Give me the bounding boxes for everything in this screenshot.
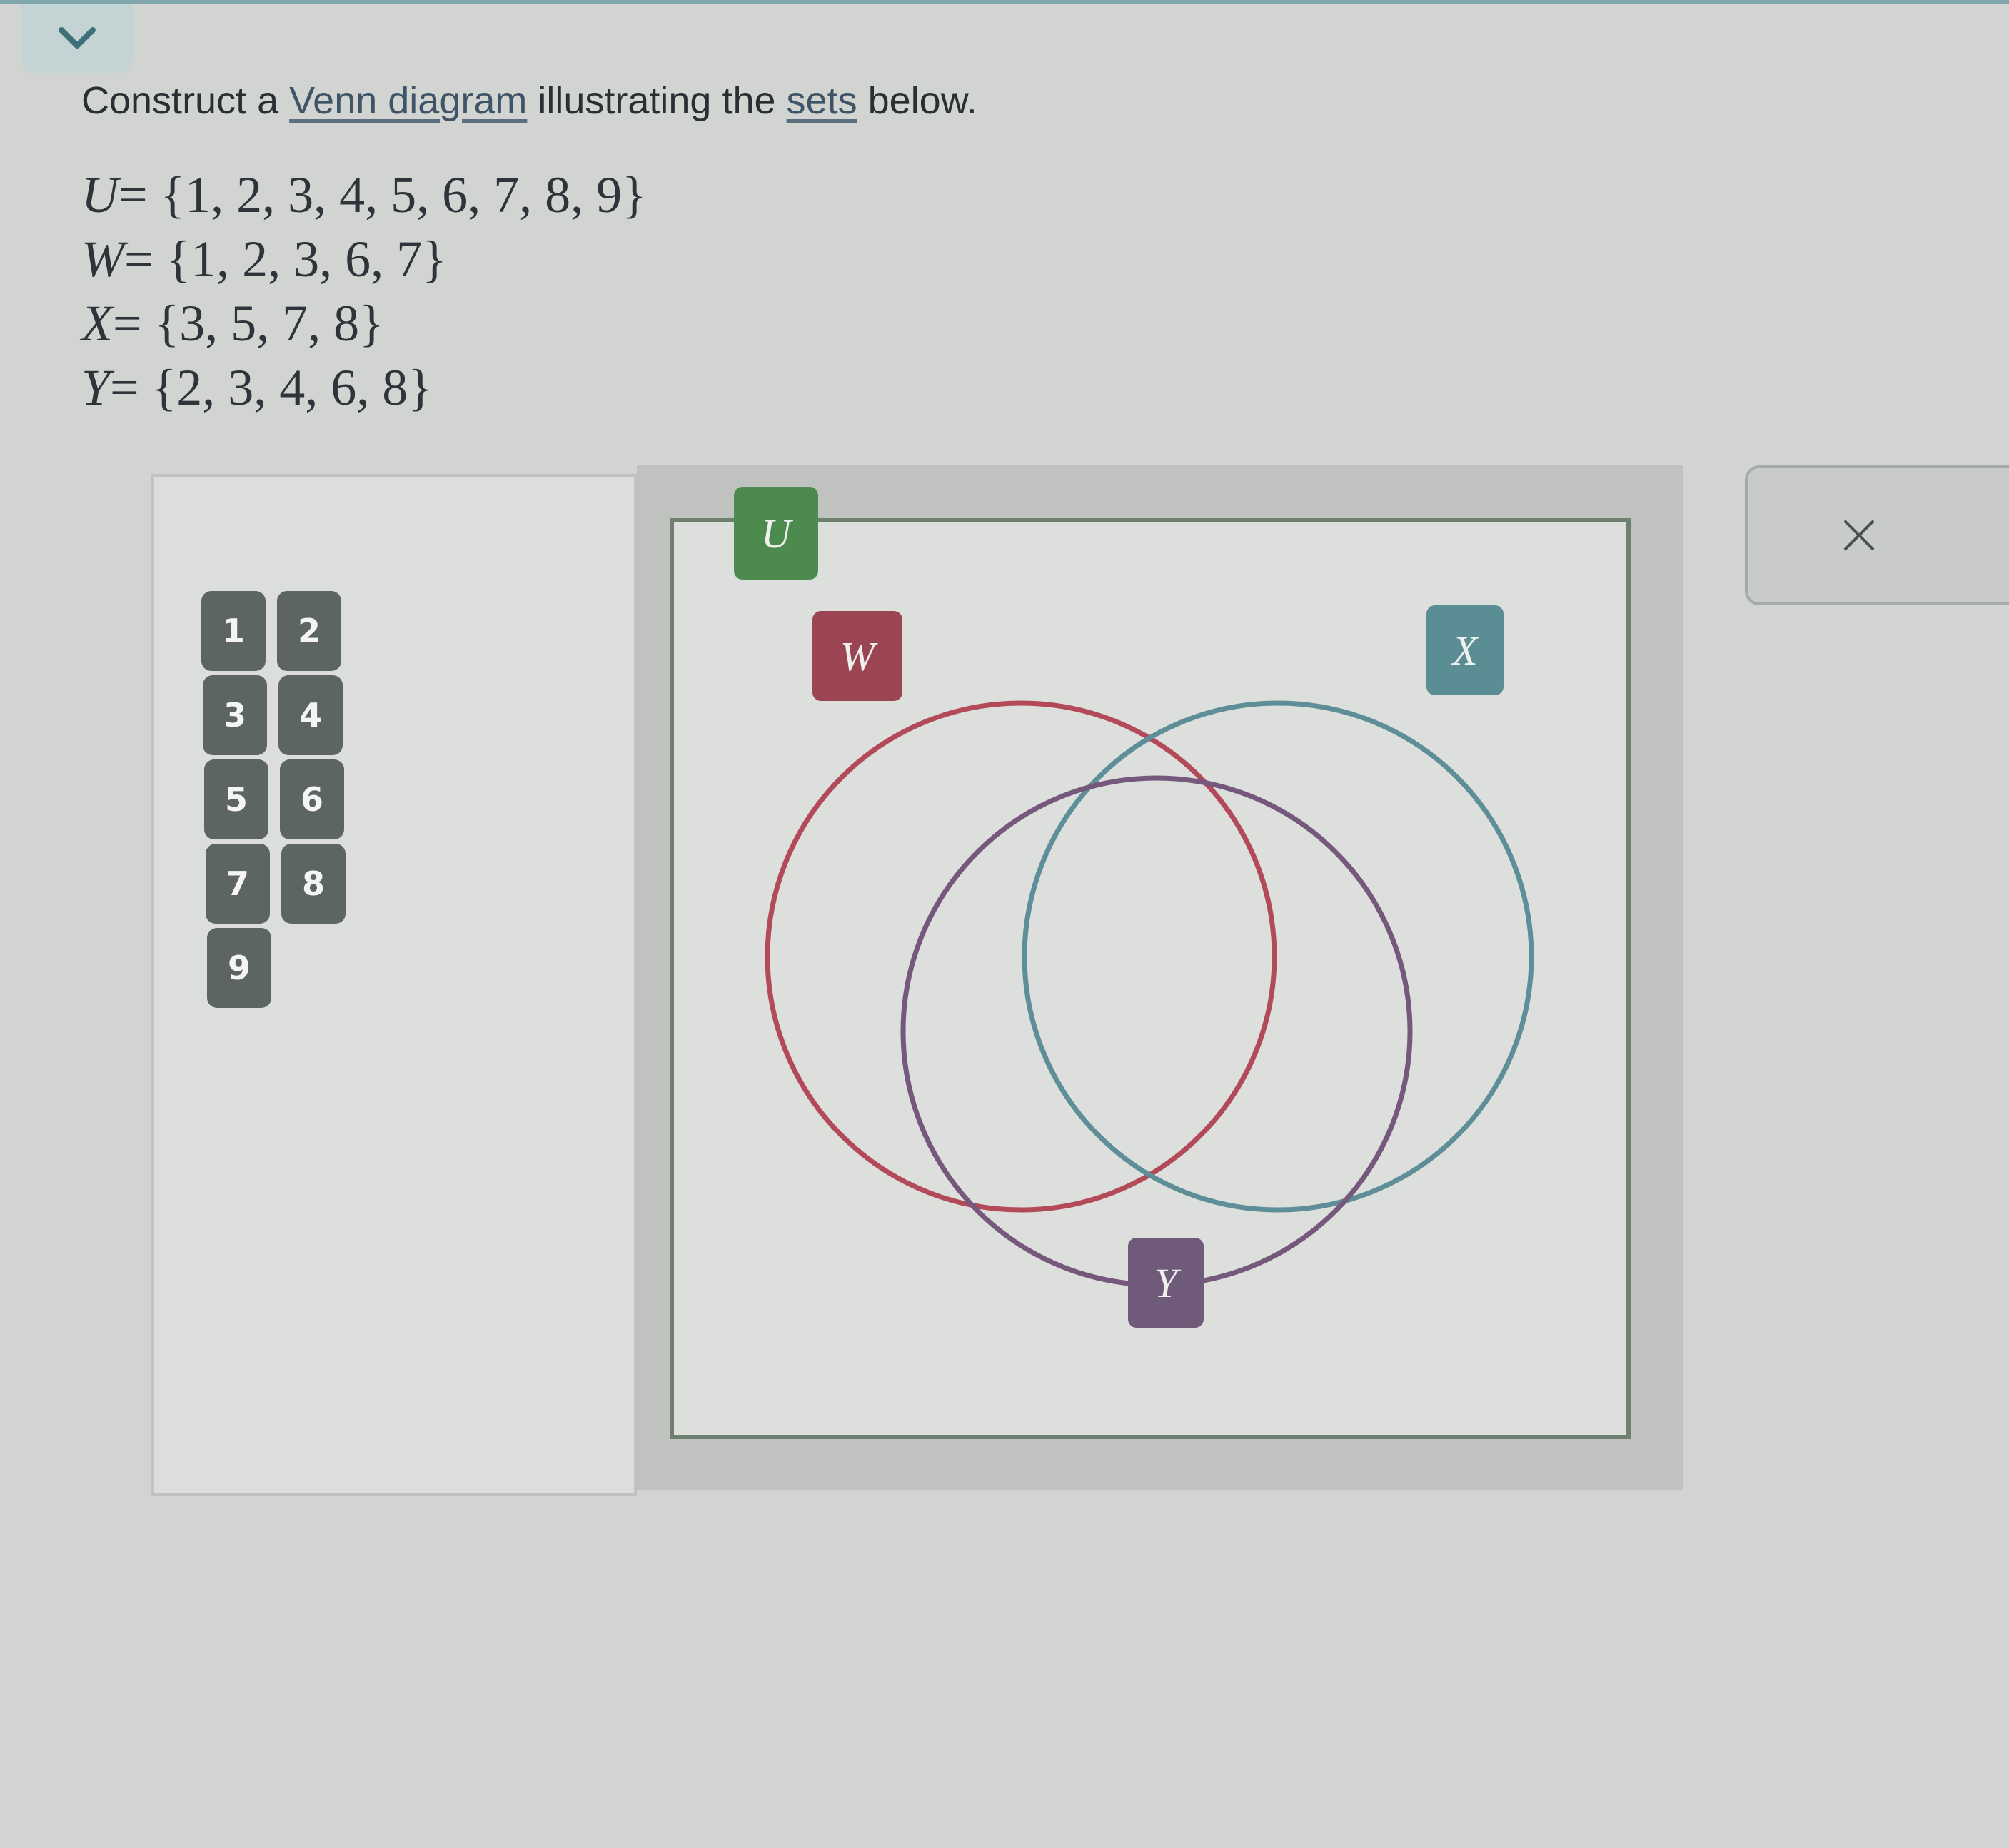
circle-x[interactable] bbox=[1022, 700, 1534, 1213]
set-y-label: Y bbox=[1128, 1238, 1204, 1328]
universe-label: U bbox=[734, 487, 818, 580]
venn-circles bbox=[765, 700, 1534, 1288]
set-x-label: X bbox=[1426, 605, 1504, 695]
close-icon bbox=[1844, 520, 1874, 550]
set-w-label: W bbox=[812, 611, 902, 701]
clear-button[interactable] bbox=[1745, 465, 2009, 605]
